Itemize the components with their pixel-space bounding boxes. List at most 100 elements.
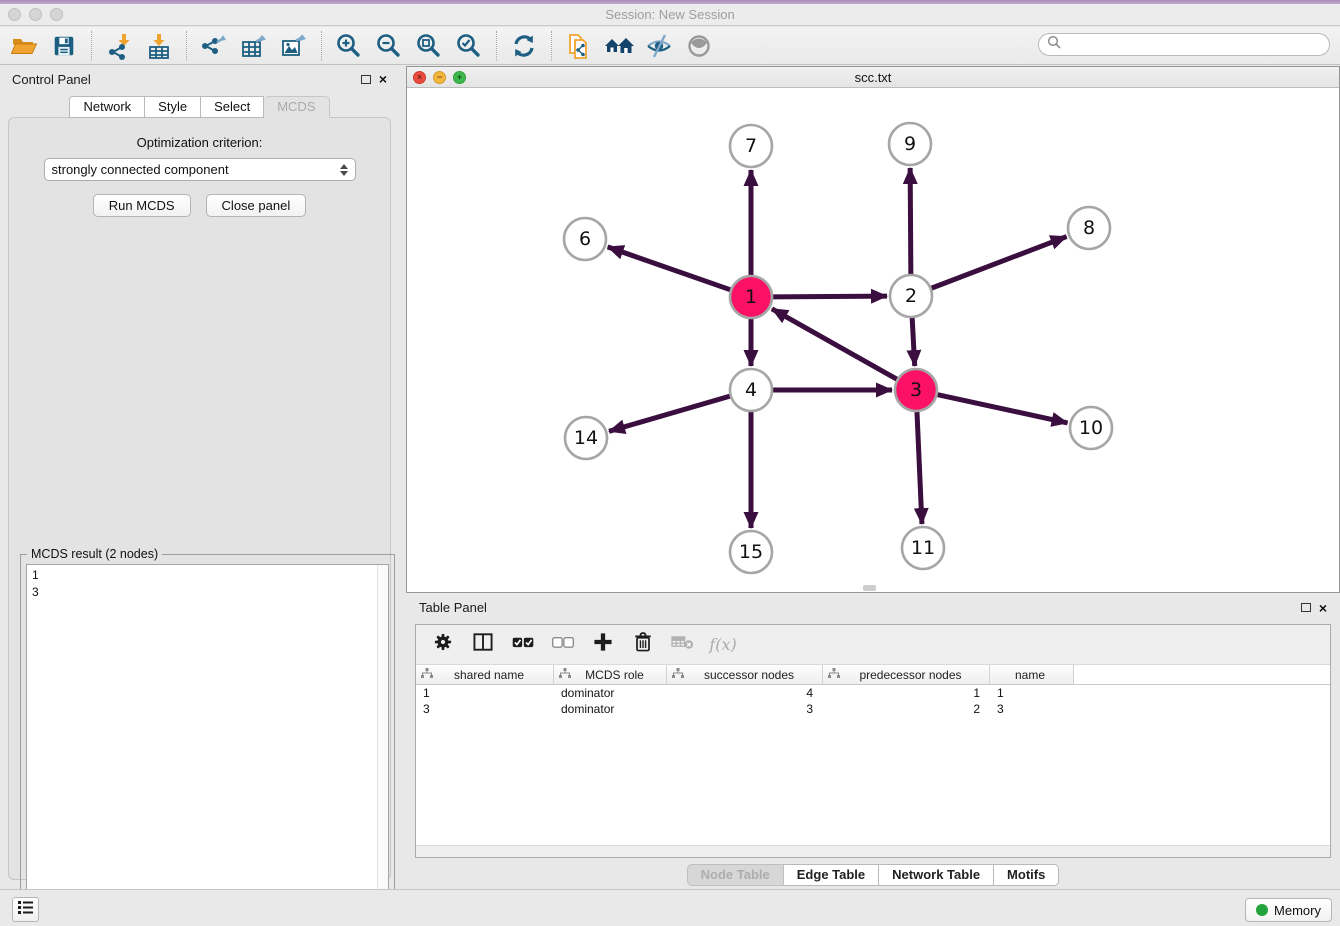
columns-icon: [471, 630, 495, 659]
graph-edge[interactable]: [931, 237, 1067, 289]
export-image-button[interactable]: [274, 29, 314, 63]
table-toolbar: f(x): [416, 625, 1330, 665]
hierarchy-icon: [828, 668, 840, 682]
table-row[interactable]: 1dominator411: [416, 685, 1330, 701]
eye-icon: [685, 32, 713, 60]
table-hscroll-track[interactable]: [416, 845, 1330, 857]
add-column-button[interactable]: [588, 629, 618, 661]
tab-node-table[interactable]: Node Table: [687, 864, 784, 886]
zoom-selected-icon: [455, 32, 483, 60]
frame-minimize-button[interactable]: −: [433, 71, 446, 84]
float-panel-icon[interactable]: [1301, 603, 1311, 612]
export-network-button[interactable]: [194, 29, 234, 63]
table-cell[interactable]: 1: [416, 686, 554, 700]
export-table-button[interactable]: [234, 29, 274, 63]
first-neighbors-button[interactable]: [599, 29, 639, 63]
tab-network[interactable]: Network: [69, 96, 145, 118]
graph-node-label: 11: [911, 537, 935, 559]
table-header-row: shared name MCDS role successor nodes pr…: [416, 665, 1330, 685]
graph-edge[interactable]: [609, 396, 731, 431]
table-cell[interactable]: 1: [823, 686, 990, 700]
select-stepper-icon: [340, 164, 348, 176]
delete-table-icon: [670, 631, 696, 658]
hierarchy-icon: [672, 668, 684, 682]
toolbar-separator: [91, 31, 92, 61]
mcds-result-text[interactable]: 1 3: [26, 564, 389, 918]
zoom-in-button[interactable]: [329, 29, 369, 63]
import-network-button[interactable]: [99, 29, 139, 63]
save-session-button[interactable]: [44, 29, 84, 63]
graph-edge[interactable]: [937, 394, 1068, 422]
zoom-out-button[interactable]: [369, 29, 409, 63]
graph-node-label: 9: [904, 133, 916, 155]
graph-edge[interactable]: [772, 309, 898, 380]
main-toolbar: [0, 27, 1340, 65]
network-graph[interactable]: 7968124314101511: [407, 88, 1339, 592]
table-row[interactable]: 3dominator323: [416, 701, 1330, 717]
frame-maximize-button[interactable]: +: [453, 71, 466, 84]
delete-column-button[interactable]: [628, 629, 658, 661]
delete-table-button[interactable]: [668, 629, 698, 661]
table-cell[interactable]: 3: [416, 702, 554, 716]
column-header-shared-name[interactable]: shared name: [416, 665, 554, 684]
import-table-button[interactable]: [139, 29, 179, 63]
table-settings-button[interactable]: [428, 629, 458, 661]
column-header-name[interactable]: name: [990, 665, 1074, 684]
search-input[interactable]: [1066, 38, 1329, 52]
show-columns-button[interactable]: [468, 629, 498, 661]
tab-mcds[interactable]: MCDS: [264, 96, 329, 118]
save-disk-icon: [51, 33, 77, 59]
result-scrollbar[interactable]: [377, 565, 388, 917]
export-table-icon: [240, 32, 268, 60]
table-cell[interactable]: 4: [667, 686, 823, 700]
graph-edge[interactable]: [912, 317, 915, 366]
close-panel-icon[interactable]: ×: [1319, 603, 1327, 613]
clone-network-button[interactable]: [559, 29, 599, 63]
graph-node-label: 14: [574, 427, 598, 449]
toolbar-separator: [551, 31, 552, 61]
graph-edge[interactable]: [910, 168, 911, 275]
table-cell[interactable]: dominator: [554, 702, 667, 716]
column-header-predecessor-nodes[interactable]: predecessor nodes: [823, 665, 990, 684]
graph-edge[interactable]: [917, 411, 922, 524]
zoom-selected-button[interactable]: [449, 29, 489, 63]
tab-network-table[interactable]: Network Table: [879, 864, 994, 886]
column-header-mcds-role[interactable]: MCDS role: [554, 665, 667, 684]
control-panel-tabs: Network Style Select MCDS: [0, 96, 399, 118]
deselect-all-button[interactable]: [548, 629, 578, 661]
open-file-button[interactable]: [4, 29, 44, 63]
task-history-button[interactable]: [12, 897, 39, 922]
network-frame-titlebar[interactable]: × − + scc.txt: [407, 67, 1339, 88]
canvas-scroll-thumb[interactable]: [863, 585, 876, 591]
zoom-fit-button[interactable]: [409, 29, 449, 63]
close-panel-icon[interactable]: ×: [379, 74, 387, 84]
open-folder-icon: [10, 32, 38, 60]
table-cell[interactable]: 1: [990, 686, 1074, 700]
network-title: scc.txt: [855, 70, 892, 85]
table-cell[interactable]: 3: [667, 702, 823, 716]
table-cell[interactable]: 2: [823, 702, 990, 716]
close-panel-button[interactable]: Close panel: [206, 194, 307, 217]
function-builder-button[interactable]: f(x): [708, 629, 738, 661]
tab-edge-table[interactable]: Edge Table: [784, 864, 879, 886]
select-all-button[interactable]: [508, 629, 538, 661]
show-all-button[interactable]: [679, 29, 719, 63]
search-field[interactable]: [1038, 33, 1330, 56]
tab-style[interactable]: Style: [145, 96, 201, 118]
table-cell[interactable]: dominator: [554, 686, 667, 700]
run-mcds-button[interactable]: Run MCDS: [93, 194, 191, 217]
frame-close-button[interactable]: ×: [413, 71, 426, 84]
optimization-criterion-select[interactable]: strongly connected component: [44, 158, 356, 181]
graph-edge[interactable]: [608, 247, 732, 290]
table-cell[interactable]: 3: [990, 702, 1074, 716]
tab-select[interactable]: Select: [201, 96, 264, 118]
column-header-successor-nodes[interactable]: successor nodes: [667, 665, 823, 684]
mcds-panel: Optimization criterion: strongly connect…: [8, 117, 391, 880]
graph-edge[interactable]: [772, 296, 887, 297]
float-panel-icon[interactable]: [361, 75, 371, 84]
hide-selected-button[interactable]: [639, 29, 679, 63]
tab-motifs[interactable]: Motifs: [994, 864, 1059, 886]
memory-button[interactable]: Memory: [1245, 898, 1332, 922]
network-canvas[interactable]: 7968124314101511: [407, 88, 1339, 592]
apply-layout-button[interactable]: [504, 29, 544, 63]
